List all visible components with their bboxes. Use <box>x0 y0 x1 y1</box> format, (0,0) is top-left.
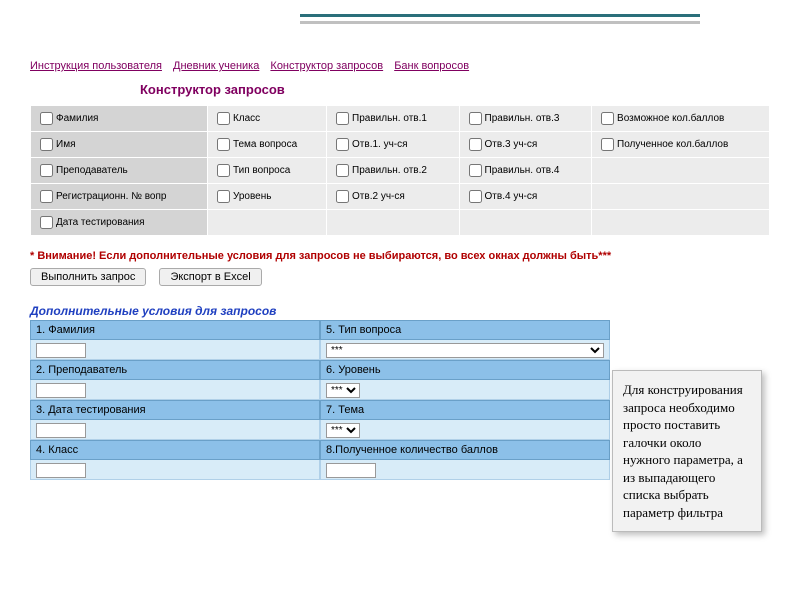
conditions-panel: 1. Фамилия 2. Преподаватель 3. Дата тест… <box>30 320 610 480</box>
chk-sans4[interactable] <box>469 190 482 203</box>
nav-instruction[interactable]: Инструкция пользователя <box>30 60 162 72</box>
nav-diary[interactable]: Дневник ученика <box>173 60 259 72</box>
cond-qtype-select[interactable]: *** <box>326 343 604 358</box>
lbl-sans1: Отв.1. уч-ся <box>352 139 408 150</box>
chk-maxscore[interactable] <box>601 112 614 125</box>
help-callout: Для конструирования запроса необходимо п… <box>612 370 762 532</box>
fields-grid: Фамилия Класс Правильн. отв.1 Правильн. … <box>30 105 770 236</box>
conditions-title: Дополнительные условия для запросов <box>30 304 770 318</box>
lbl-date: Дата тестирования <box>56 217 145 228</box>
lbl-ans4: Правильн. отв.4 <box>485 165 560 176</box>
chk-level[interactable] <box>217 190 230 203</box>
lbl-firstname: Имя <box>56 139 75 150</box>
chk-ans3[interactable] <box>469 112 482 125</box>
top-nav: Инструкция пользователя Дневник ученика … <box>30 60 770 72</box>
cond-date-label: 3. Дата тестирования <box>30 400 320 420</box>
chk-sans2[interactable] <box>336 190 349 203</box>
cond-lastname-label: 1. Фамилия <box>30 320 320 340</box>
chk-lastname[interactable] <box>40 112 53 125</box>
run-button[interactable]: Выполнить запрос <box>30 268 146 286</box>
cond-class-label: 4. Класс <box>30 440 320 460</box>
chk-regno[interactable] <box>40 190 53 203</box>
lbl-class: Класс <box>233 113 260 124</box>
cond-level-select[interactable]: *** <box>326 383 360 398</box>
lbl-maxscore: Возможное кол.баллов <box>617 113 724 124</box>
cond-date-input[interactable] <box>36 423 86 438</box>
lbl-regno: Регистрационн. № вопр <box>56 191 166 202</box>
chk-topic[interactable] <box>217 138 230 151</box>
chk-ans1[interactable] <box>336 112 349 125</box>
cond-theme-label: 7. Тема <box>320 400 610 420</box>
cond-lastname-input[interactable] <box>36 343 86 358</box>
lbl-teacher: Преподаватель <box>56 165 128 176</box>
export-button[interactable]: Экспорт в Excel <box>159 268 261 286</box>
chk-date[interactable] <box>40 216 53 229</box>
lbl-lastname: Фамилия <box>56 113 98 124</box>
cond-class-input[interactable] <box>36 463 86 478</box>
lbl-ans3: Правильн. отв.3 <box>485 113 560 124</box>
cond-score-label: 8.Полученное количество баллов <box>320 440 610 460</box>
lbl-sans4: Отв.4 уч-ся <box>485 191 538 202</box>
chk-ans4[interactable] <box>469 164 482 177</box>
warning-text: * Внимание! Если дополнительные условия … <box>30 250 770 262</box>
nav-bank[interactable]: Банк вопросов <box>394 60 469 72</box>
lbl-qtype: Тип вопроса <box>233 165 290 176</box>
header-decoration <box>300 14 700 24</box>
lbl-ans1: Правильн. отв.1 <box>352 113 427 124</box>
cond-teacher-input[interactable] <box>36 383 86 398</box>
chk-sans1[interactable] <box>336 138 349 151</box>
lbl-topic: Тема вопроса <box>233 139 297 150</box>
lbl-sans3: Отв.3 уч-ся <box>485 139 538 150</box>
nav-constructor[interactable]: Конструктор запросов <box>270 60 383 72</box>
cond-teacher-label: 2. Преподаватель <box>30 360 320 380</box>
lbl-ans2: Правильн. отв.2 <box>352 165 427 176</box>
chk-ans2[interactable] <box>336 164 349 177</box>
cond-theme-select[interactable]: *** <box>326 423 360 438</box>
chk-teacher[interactable] <box>40 164 53 177</box>
page-title: Конструктор запросов <box>140 82 770 97</box>
cond-score-input[interactable] <box>326 463 376 478</box>
lbl-level: Уровень <box>233 191 272 202</box>
chk-class[interactable] <box>217 112 230 125</box>
cond-qtype-label: 5. Тип вопроса <box>320 320 610 340</box>
chk-score[interactable] <box>601 138 614 151</box>
lbl-score: Полученное кол.баллов <box>617 139 728 150</box>
chk-firstname[interactable] <box>40 138 53 151</box>
cond-level-label: 6. Уровень <box>320 360 610 380</box>
chk-sans3[interactable] <box>469 138 482 151</box>
chk-qtype[interactable] <box>217 164 230 177</box>
lbl-sans2: Отв.2 уч-ся <box>352 191 405 202</box>
button-row: Выполнить запрос Экспорт в Excel <box>30 268 770 286</box>
